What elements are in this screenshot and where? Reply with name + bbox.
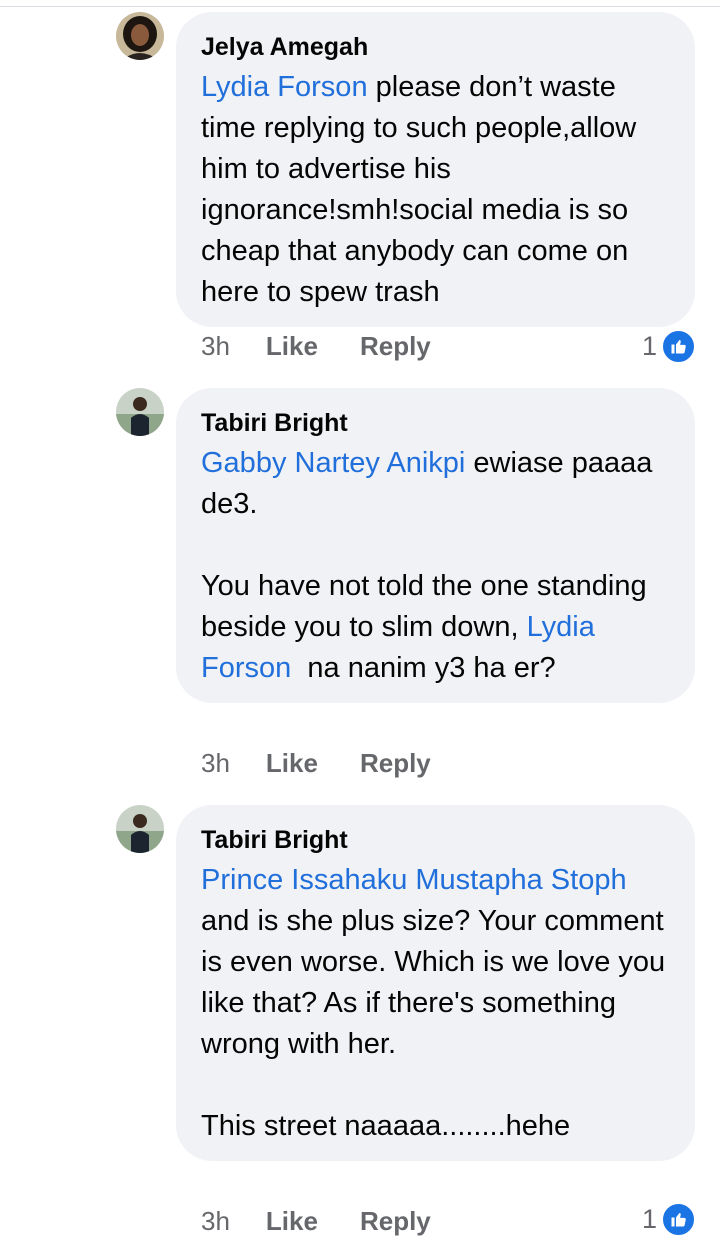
comment-author[interactable]: Tabiri Bright	[201, 408, 671, 438]
reply-button[interactable]: Reply	[360, 748, 431, 779]
reply-button[interactable]: Reply	[360, 1206, 431, 1237]
comment-bubble: Tabiri Bright Gabby Nartey Anikpi ewiase…	[176, 388, 695, 703]
comment-timestamp[interactable]: 3h	[201, 748, 230, 779]
avatar[interactable]	[116, 388, 164, 436]
like-button[interactable]: Like	[266, 1206, 318, 1237]
thumbs-up-icon	[661, 1201, 696, 1237]
thumbs-up-icon	[661, 328, 696, 364]
reaction-summary[interactable]: 1	[642, 328, 696, 364]
comment-timestamp[interactable]: 3h	[201, 331, 230, 362]
comment-bubble: Tabiri Bright Prince Issahaku Mustapha S…	[176, 805, 695, 1161]
like-button[interactable]: Like	[266, 331, 318, 362]
mention-link[interactable]: Gabby Nartey Anikpi	[201, 447, 465, 479]
comment-timestamp[interactable]: 3h	[201, 1206, 230, 1237]
divider	[0, 6, 720, 7]
comment-actions: 3h Like Reply	[201, 745, 431, 781]
avatar[interactable]	[116, 805, 164, 853]
reply-button[interactable]: Reply	[360, 331, 431, 362]
comment-author[interactable]: Jelya Amegah	[201, 32, 671, 62]
mention-link[interactable]: Lydia Forson	[201, 71, 368, 103]
comment-bubble: Jelya Amegah Lydia Forson please don’t w…	[176, 12, 695, 327]
comment-text: Prince Issahaku Mustapha Stoph and is sh…	[201, 864, 666, 1142]
comment-actions: 3h Like Reply	[201, 328, 431, 364]
reaction-count: 1	[641, 1203, 657, 1234]
mention-link[interactable]: Prince Issahaku Mustapha Stoph	[201, 864, 627, 896]
comment-author[interactable]: Tabiri Bright	[201, 825, 671, 855]
avatar[interactable]	[116, 12, 164, 60]
comment-actions: 3h Like Reply	[201, 1203, 431, 1239]
comment-text: Gabby Nartey Anikpi ewiase paaaa de3. Yo…	[201, 447, 653, 684]
comment-text: Lydia Forson please don’t waste time rep…	[201, 71, 637, 308]
like-button[interactable]: Like	[266, 748, 318, 779]
reaction-summary[interactable]: 1	[642, 1201, 696, 1237]
reaction-count: 1	[641, 330, 657, 361]
